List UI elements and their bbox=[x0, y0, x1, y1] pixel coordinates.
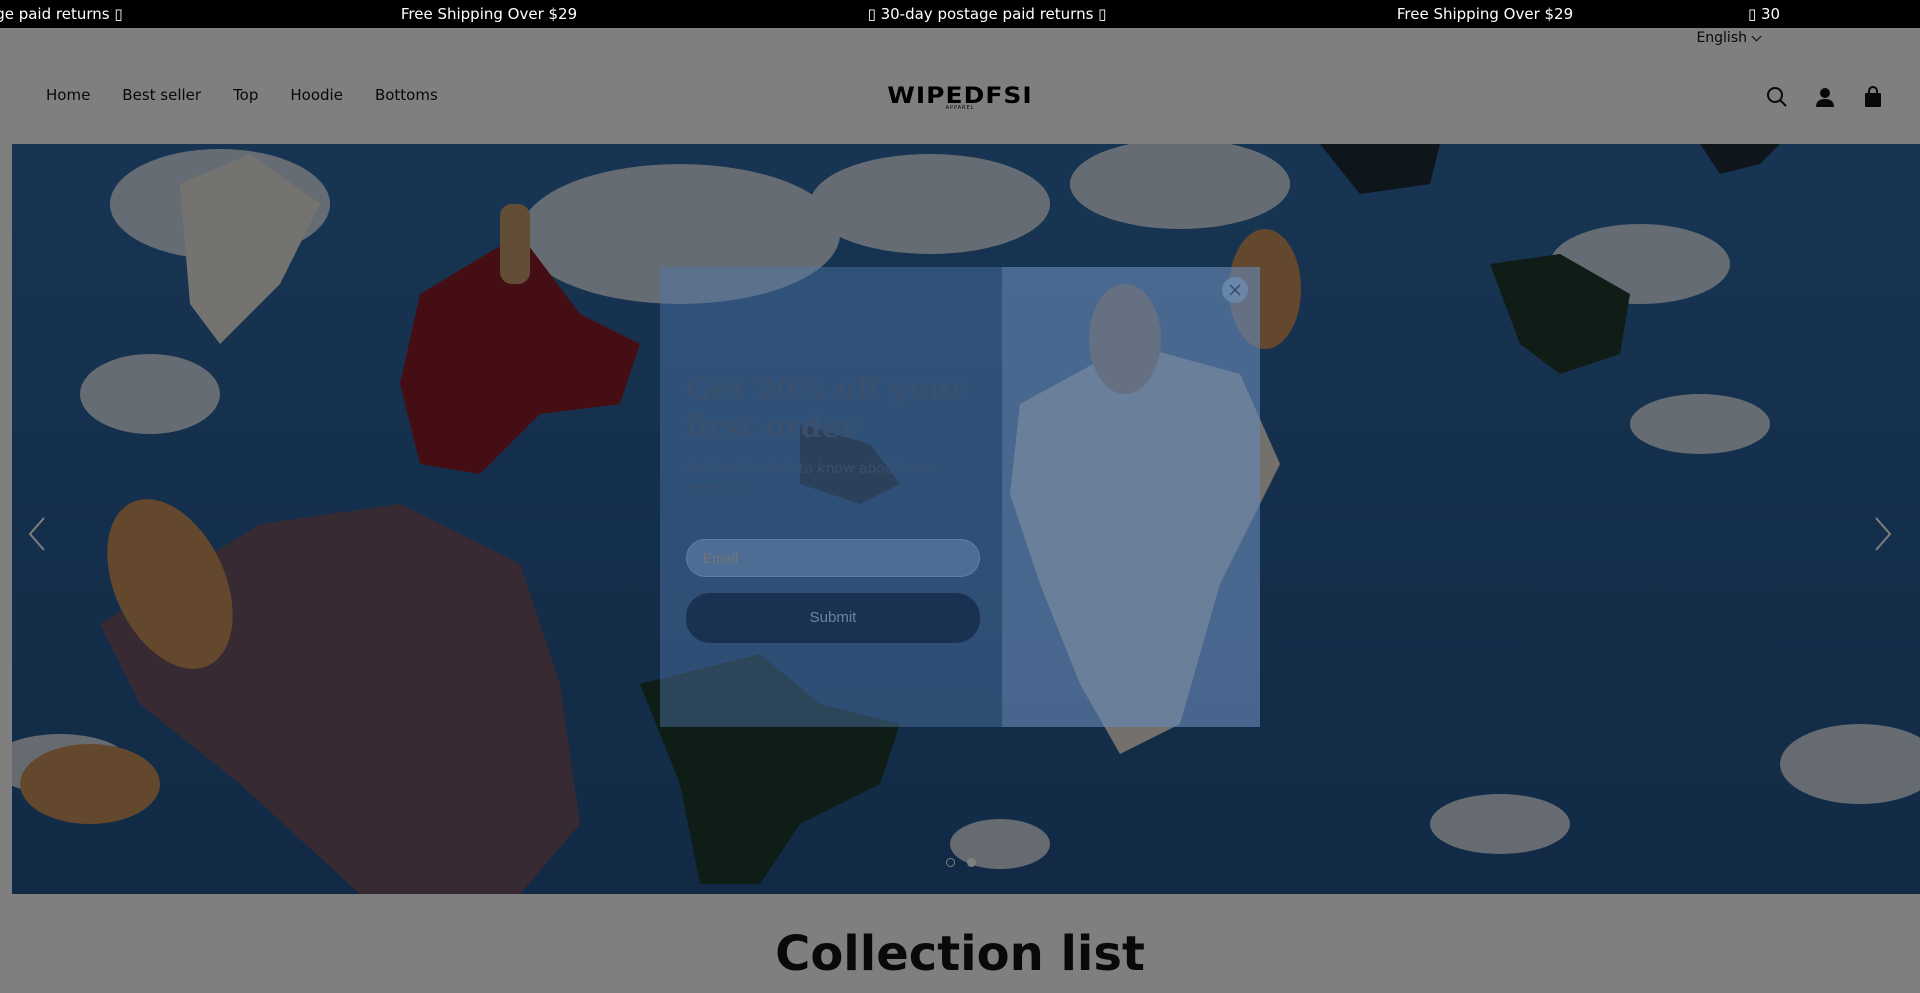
announcement-track: age paid returns ▯ Free Shipping Over $2… bbox=[0, 0, 1794, 28]
announcement-item: age paid returns ▯ bbox=[0, 5, 123, 23]
announcement-item: Free Shipping Over $29 bbox=[1396, 5, 1574, 23]
popup-description: And be the first to know about new produ… bbox=[686, 461, 933, 497]
close-icon[interactable] bbox=[1222, 277, 1248, 303]
announcement-item: ▯ 30-day postage paid returns ▯ bbox=[867, 5, 1107, 23]
popup-title: Get 20% off your first order bbox=[686, 372, 966, 445]
popup-content: Get 20% off your first order And be the … bbox=[660, 267, 1002, 727]
discount-popup: Get 20% off your first order And be the … bbox=[660, 267, 1260, 727]
announcement-item: ▯ 30 bbox=[1747, 5, 1781, 23]
popup-image bbox=[1002, 267, 1260, 727]
email-input[interactable] bbox=[686, 539, 980, 578]
announcement-bar: age paid returns ▯ Free Shipping Over $2… bbox=[0, 0, 1920, 28]
announcement-item: Free Shipping Over $29 bbox=[400, 5, 578, 23]
submit-button[interactable]: Submit bbox=[686, 593, 980, 644]
